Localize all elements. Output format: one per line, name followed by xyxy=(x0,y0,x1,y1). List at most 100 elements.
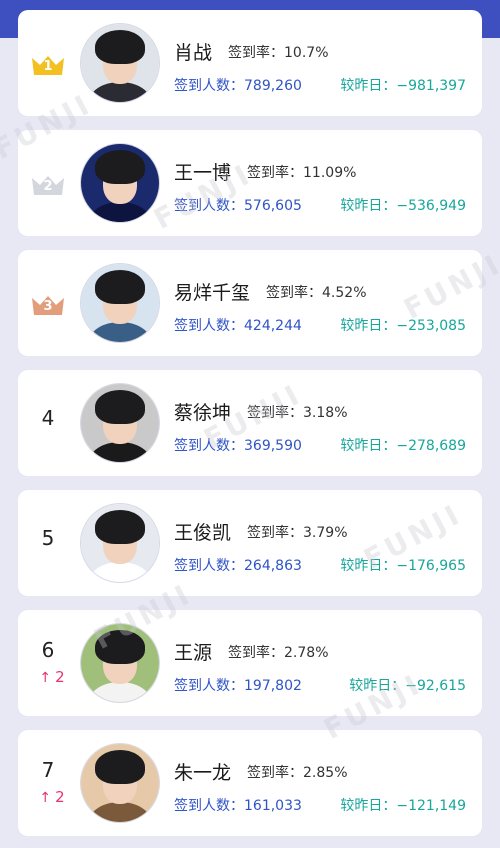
ranking-list: 1 肖战 签到率：10.7% 签到人数：789,260 较昨日：−981,397 2 王一博… xyxy=(18,10,482,848)
rank-change-indicator: ↑ 2 xyxy=(32,788,72,806)
rate-value: 3.79% xyxy=(303,525,348,541)
count-label: 签到人数： xyxy=(174,798,244,814)
celebrity-name: 易烊千玺 xyxy=(174,282,251,304)
sign-in-rate: 签到率：2.78% xyxy=(228,642,328,662)
rate-label: 签到率： xyxy=(247,165,304,181)
change-vs-yesterday: 较昨日：−176,965 xyxy=(340,555,466,575)
arrow-up-icon: ↑ xyxy=(39,790,52,806)
change-value: −121,149 xyxy=(396,798,466,814)
rank-crown-badge: 3 xyxy=(30,294,66,316)
rank-change-value: 2 xyxy=(55,788,65,806)
rank-number: 3 xyxy=(43,299,53,314)
count-value: 576,605 xyxy=(244,198,302,214)
change-label: 较昨日： xyxy=(340,78,397,94)
rate-value: 4.52% xyxy=(322,285,367,301)
rank-change-value: 2 xyxy=(55,668,65,686)
change-vs-yesterday: 较昨日：−981,397 xyxy=(340,75,466,95)
celebrity-name: 朱一龙 xyxy=(174,762,232,784)
rank-number: 5 xyxy=(41,526,55,550)
celebrity-name: 王一博 xyxy=(174,162,232,184)
rank-crown-badge: 2 xyxy=(30,174,66,196)
sign-in-count: 签到人数：264,863 xyxy=(174,555,302,575)
count-value: 369,590 xyxy=(244,438,302,454)
avatar[interactable] xyxy=(81,624,159,702)
rank-number: 4 xyxy=(41,406,55,430)
change-vs-yesterday: 较昨日：−253,085 xyxy=(340,315,466,335)
change-vs-yesterday: 较昨日：−92,615 xyxy=(349,675,466,695)
sign-in-rate: 签到率：4.52% xyxy=(266,282,366,302)
count-label: 签到人数： xyxy=(174,558,244,574)
ranking-card[interactable]: 3 易烊千玺 签到率：4.52% 签到人数：424,244 较昨日：−253,085 xyxy=(18,250,482,356)
count-value: 424,244 xyxy=(244,318,302,334)
ranking-card[interactable]: 2 王一博 签到率：11.09% 签到人数：576,605 较昨日：−536,949 xyxy=(18,130,482,236)
rate-label: 签到率： xyxy=(266,285,323,301)
rate-label: 签到率： xyxy=(247,765,304,781)
avatar[interactable] xyxy=(81,144,159,222)
change-label: 较昨日： xyxy=(340,798,397,814)
celebrity-name: 蔡徐坤 xyxy=(174,402,232,424)
count-label: 签到人数： xyxy=(174,198,244,214)
ranking-card[interactable]: 7 ↑ 2 朱一龙 签到率：2.85% 签到人数：161,033 较昨日：−121,149 xyxy=(18,730,482,836)
arrow-up-icon: ↑ xyxy=(39,670,52,686)
ranking-card[interactable]: 6 ↑ 2 王源 签到率：2.78% 签到人数：197,802 较昨日：−92,615 xyxy=(18,610,482,716)
ranking-card[interactable]: 4 蔡徐坤 签到率：3.18% 签到人数：369,590 较昨日：−278,689 xyxy=(18,370,482,476)
rank-change-indicator: ↑ 2 xyxy=(32,668,72,686)
sign-in-count: 签到人数：424,244 xyxy=(174,315,302,335)
change-label: 较昨日： xyxy=(349,678,406,694)
sign-in-rate: 签到率：3.18% xyxy=(247,402,347,422)
count-label: 签到人数： xyxy=(174,438,244,454)
sign-in-count: 签到人数：789,260 xyxy=(174,75,302,95)
sign-in-count: 签到人数：576,605 xyxy=(174,195,302,215)
ranking-card[interactable]: 5 王俊凯 签到率：3.79% 签到人数：264,863 较昨日：−176,965 xyxy=(18,490,482,596)
sign-in-count: 签到人数：161,033 xyxy=(174,795,302,815)
rate-label: 签到率： xyxy=(228,45,285,61)
change-value: −981,397 xyxy=(396,78,466,94)
count-value: 197,802 xyxy=(244,678,302,694)
ranking-card[interactable]: 1 肖战 签到率：10.7% 签到人数：789,260 较昨日：−981,397 xyxy=(18,10,482,116)
count-label: 签到人数： xyxy=(174,678,244,694)
rate-value: 2.85% xyxy=(303,765,348,781)
count-value: 789,260 xyxy=(244,78,302,94)
rate-value: 11.09% xyxy=(303,165,357,181)
change-value: −536,949 xyxy=(396,198,466,214)
rate-label: 签到率： xyxy=(228,645,285,661)
rank-number: 7 xyxy=(41,758,55,782)
sign-in-count: 签到人数：369,590 xyxy=(174,435,302,455)
rank-number: 6 xyxy=(41,638,55,662)
change-vs-yesterday: 较昨日：−536,949 xyxy=(340,195,466,215)
change-label: 较昨日： xyxy=(340,438,397,454)
change-vs-yesterday: 较昨日：−121,149 xyxy=(340,795,466,815)
rate-label: 签到率： xyxy=(247,525,304,541)
celebrity-name: 王源 xyxy=(174,642,213,664)
rank-crown-badge: 1 xyxy=(30,54,66,76)
avatar[interactable] xyxy=(81,504,159,582)
rate-value: 10.7% xyxy=(284,45,329,61)
rate-label: 签到率： xyxy=(247,405,304,421)
count-value: 264,863 xyxy=(244,558,302,574)
change-label: 较昨日： xyxy=(340,318,397,334)
change-value: −253,085 xyxy=(396,318,466,334)
rank-number: 1 xyxy=(43,59,53,74)
count-value: 161,033 xyxy=(244,798,302,814)
sign-in-rate: 签到率：3.79% xyxy=(247,522,347,542)
change-value: −278,689 xyxy=(396,438,466,454)
change-vs-yesterday: 较昨日：−278,689 xyxy=(340,435,466,455)
sign-in-rate: 签到率：10.7% xyxy=(228,42,328,62)
avatar[interactable] xyxy=(81,24,159,102)
sign-in-rate: 签到率：2.85% xyxy=(247,762,347,782)
sign-in-rate: 签到率：11.09% xyxy=(247,162,356,182)
change-value: −176,965 xyxy=(396,558,466,574)
avatar[interactable] xyxy=(81,744,159,822)
count-label: 签到人数： xyxy=(174,78,244,94)
change-value: −92,615 xyxy=(405,678,466,694)
change-label: 较昨日： xyxy=(340,558,397,574)
rate-value: 2.78% xyxy=(284,645,329,661)
celebrity-name: 肖战 xyxy=(174,42,213,64)
change-label: 较昨日： xyxy=(340,198,397,214)
avatar[interactable] xyxy=(81,384,159,462)
avatar[interactable] xyxy=(81,264,159,342)
rate-value: 3.18% xyxy=(303,405,348,421)
count-label: 签到人数： xyxy=(174,318,244,334)
celebrity-name: 王俊凯 xyxy=(174,522,232,544)
sign-in-count: 签到人数：197,802 xyxy=(174,675,302,695)
